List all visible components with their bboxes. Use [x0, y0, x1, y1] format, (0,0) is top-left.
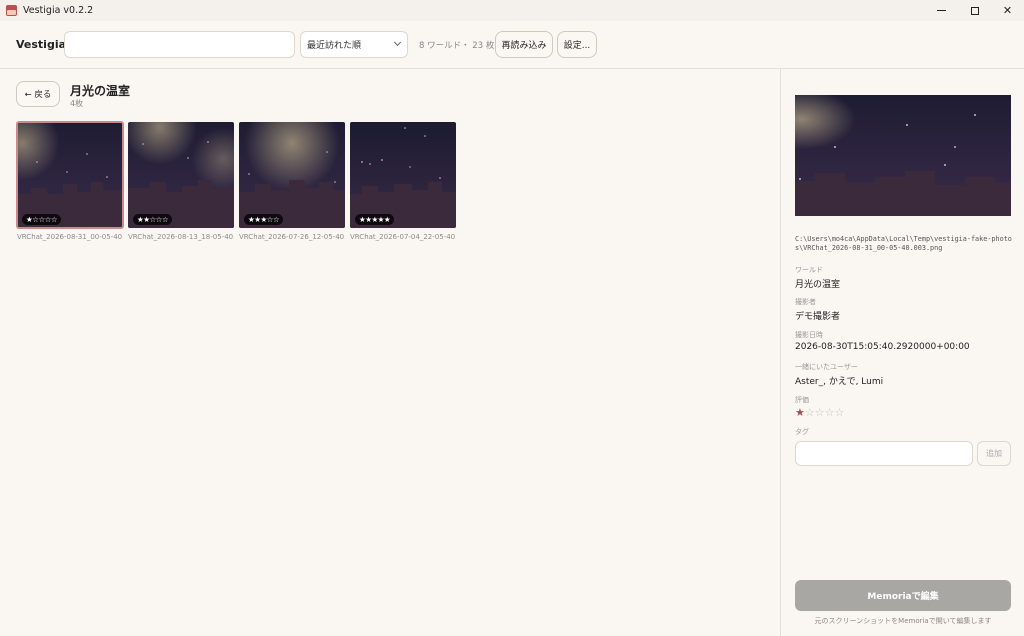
- photo-card[interactable]: ★☆☆☆☆ VRChat_2026-08-31_00-05-40...: [16, 121, 124, 241]
- photo-grid-pane: ← 戻る 月光の温室 4枚 ★☆☆☆☆ VRChat_2026-08-31_00…: [0, 69, 780, 636]
- night-scene-image: [350, 122, 456, 228]
- maximize-button[interactable]: [958, 0, 991, 21]
- photo-thumbnail[interactable]: ★★☆☆☆: [128, 122, 234, 228]
- edit-in-memoria-button[interactable]: Memoriaで編集: [795, 580, 1011, 611]
- night-scene-image: [239, 122, 345, 228]
- close-icon: ✕: [1002, 4, 1013, 17]
- photo-card[interactable]: ★★★★★ VRChat_2026-07-04_22-05-40...: [350, 122, 456, 241]
- photo-thumbnail[interactable]: ★★★★★: [350, 122, 456, 228]
- maximize-icon: [970, 6, 979, 15]
- users-field-value: Aster_, かえで, Lumi: [795, 377, 884, 387]
- photo-thumbnail[interactable]: ★☆☆☆☆: [16, 121, 124, 229]
- file-path: C:\Users\mo4ca\AppData\Local\Temp\vestig…: [795, 235, 1012, 252]
- world-field-label: ワールド: [795, 266, 823, 274]
- photo-card[interactable]: ★★☆☆☆ VRChat_2026-08-13_18-05-40...: [128, 122, 234, 241]
- rating-field-label: 評価: [795, 396, 809, 404]
- photo-filename: VRChat_2026-08-31_00-05-40...: [17, 233, 123, 241]
- title-bar: Vestigia v0.2.2 ✕: [0, 0, 1024, 21]
- add-tag-button[interactable]: 追加: [977, 441, 1011, 466]
- users-field-label: 一緒にいたユーザー: [795, 363, 858, 371]
- search-input[interactable]: [64, 31, 295, 58]
- chevron-down-icon: [393, 38, 402, 47]
- sort-select[interactable]: 最近訪れた順: [300, 31, 408, 58]
- world-title: 月光の温室: [70, 84, 131, 98]
- rating-badge: ★★★★★: [355, 214, 395, 225]
- rating-stars[interactable]: ★☆☆☆☆: [795, 406, 844, 419]
- star-outline-icon[interactable]: ☆☆☆☆: [805, 406, 844, 419]
- photo-thumbnail[interactable]: ★★★☆☆: [239, 122, 345, 228]
- detail-pane: C:\Users\mo4ca\AppData\Local\Temp\vestig…: [780, 69, 1024, 636]
- night-scene-image: [128, 122, 234, 228]
- settings-button[interactable]: 設定...: [557, 31, 597, 58]
- reload-button[interactable]: 再読み込み: [495, 31, 553, 58]
- minimize-icon: [937, 10, 946, 11]
- world-photo-count: 4枚: [70, 99, 84, 108]
- toolbar: Vestigia 最近訪れた順 8 ワールド・ 23 枚 再読み込み 設定...: [0, 21, 1024, 69]
- library-counts: 8 ワールド・ 23 枚: [419, 41, 495, 51]
- window-title: Vestigia v0.2.2: [23, 5, 94, 16]
- rating-badge: ★★☆☆☆: [133, 214, 173, 225]
- brand-label: Vestigia: [16, 38, 67, 51]
- rating-badge: ★★★☆☆: [244, 214, 284, 225]
- window-controls: ✕: [925, 0, 1024, 21]
- close-button[interactable]: ✕: [991, 0, 1024, 21]
- sort-label: 最近訪れた順: [307, 41, 362, 51]
- photographer-field-label: 撮影者: [795, 298, 816, 306]
- photo-card[interactable]: ★★★☆☆ VRChat_2026-07-26_12-05-40...: [239, 122, 345, 241]
- photo-filename: VRChat_2026-07-26_12-05-40...: [239, 233, 345, 241]
- photo-filename: VRChat_2026-08-13_18-05-40...: [128, 233, 234, 241]
- datetime-field-label: 撮影日時: [795, 331, 823, 339]
- night-scene-image: [17, 122, 123, 228]
- photo-preview: [795, 95, 1011, 216]
- star-icon[interactable]: ★: [795, 406, 805, 419]
- datetime-field-value: 2026-08-30T15:05:40.2920000+00:00: [795, 342, 970, 352]
- world-field-value: 月光の温室: [795, 280, 841, 290]
- tag-field-label: タグ: [795, 428, 809, 436]
- night-scene-image: [795, 95, 1011, 216]
- photo-filename: VRChat_2026-07-04_22-05-40...: [350, 233, 456, 241]
- memoria-note: 元のスクリーンショットをMemoriaで開いて編集します: [814, 617, 992, 625]
- minimize-button[interactable]: [925, 0, 958, 21]
- rating-badge: ★☆☆☆☆: [22, 214, 62, 225]
- photographer-field-value: デモ撮影者: [795, 312, 841, 322]
- app-icon: [6, 5, 17, 16]
- back-button[interactable]: ← 戻る: [16, 81, 60, 107]
- tag-input[interactable]: [795, 441, 973, 466]
